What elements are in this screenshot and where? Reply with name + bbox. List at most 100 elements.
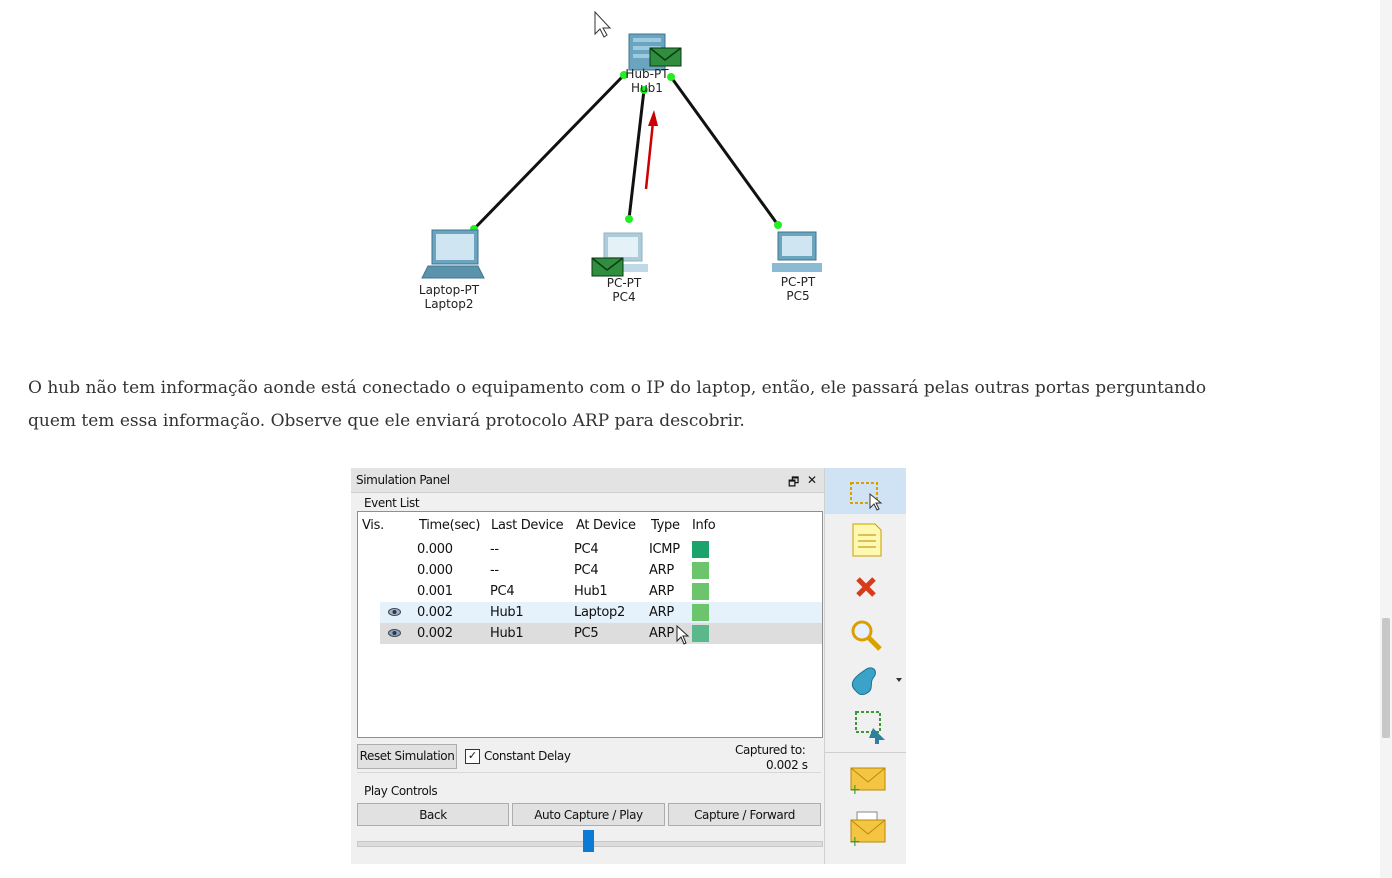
cable-hub-pc4	[627, 89, 646, 220]
row-type: ARP	[649, 626, 674, 641]
pc4-name-label: PC4	[612, 290, 636, 304]
col-at-device[interactable]: At Device	[576, 518, 636, 533]
reset-simulation-button[interactable]: Reset Simulation	[357, 744, 457, 769]
panel-title-bar: Simulation Panel 🗗 ✕	[351, 468, 824, 493]
add-complex-pdu-icon: +	[849, 811, 886, 850]
row-at-device: Hub1	[574, 584, 608, 599]
row-type: ICMP	[649, 542, 680, 557]
table-row[interactable]: 0.000 -- PC4 ARP	[380, 560, 822, 581]
article-paragraph: O hub não tem informação aonde está cone…	[28, 378, 1207, 431]
eye-icon[interactable]	[388, 628, 401, 638]
draw-shape-tool[interactable]	[825, 658, 906, 704]
panel-title: Simulation Panel	[356, 473, 450, 487]
row-time: 0.002	[417, 626, 453, 641]
row-last-device: PC4	[490, 584, 515, 599]
speed-slider-thumb[interactable]	[583, 830, 594, 852]
col-info[interactable]: Info	[692, 518, 716, 533]
pc5-type-label: PC-PT	[780, 275, 816, 289]
row-at-device: PC5	[574, 626, 599, 641]
info-color-swatch[interactable]	[692, 562, 709, 579]
pc4-type-label: PC-PT	[606, 276, 642, 290]
row-type: ARP	[649, 584, 674, 599]
captured-to-value: 0.002 s	[766, 758, 808, 772]
resize-tool[interactable]	[825, 704, 906, 750]
toolbar-divider	[825, 752, 906, 753]
pc5-name-label: PC5	[786, 289, 810, 303]
close-icon[interactable]: ✕	[807, 473, 817, 487]
col-time[interactable]: Time(sec)	[419, 518, 480, 533]
info-color-swatch[interactable]	[692, 625, 709, 642]
resize-icon	[855, 711, 885, 744]
back-button[interactable]: Back	[357, 803, 509, 826]
select-tool[interactable]	[825, 468, 906, 514]
envelope-icon	[591, 257, 624, 277]
hub-name-label: Hub1	[631, 81, 663, 95]
row-last-device: --	[490, 542, 499, 557]
row-at-device: PC4	[574, 542, 599, 557]
laptop-icon	[421, 229, 485, 279]
mouse-cursor-icon	[676, 625, 690, 645]
row-last-device: Hub1	[490, 605, 524, 620]
pc5-label: PC-PT PC5	[743, 275, 853, 303]
laptop2-label: Laptop-PT Laptop2	[394, 283, 504, 311]
direction-arrow-head	[648, 110, 658, 126]
add-simple-pdu-tool[interactable]: +	[825, 758, 906, 804]
row-time: 0.000	[417, 563, 453, 578]
link-light	[625, 215, 633, 223]
delete-tool[interactable]	[825, 564, 906, 610]
table-row[interactable]: 0.002 Hub1 PC5 ARP	[380, 623, 822, 645]
laptop2-name-label: Laptop2	[424, 297, 474, 311]
add-complex-pdu-tool[interactable]: +	[825, 806, 906, 852]
info-color-swatch[interactable]	[692, 604, 709, 621]
table-row[interactable]: 0.000 -- PC4 ICMP	[380, 539, 822, 560]
row-time: 0.000	[417, 542, 453, 557]
common-tools-bar: + +	[824, 468, 906, 864]
select-icon	[850, 482, 883, 511]
cable-hub-laptop2	[472, 73, 626, 231]
cable-hub-pc5	[669, 76, 780, 226]
hub-type-label: Hub-PT	[625, 67, 669, 81]
info-color-swatch[interactable]	[692, 583, 709, 600]
table-row[interactable]: 0.002 Hub1 Laptop2 ARP	[380, 602, 822, 623]
row-at-device: Laptop2	[574, 605, 625, 620]
auto-capture-play-button[interactable]: Auto Capture / Play	[512, 803, 665, 826]
laptop2-type-label: Laptop-PT	[418, 283, 480, 297]
add-simple-pdu-icon: +	[849, 767, 886, 798]
hub-label: Hub-PT Hub1	[592, 67, 702, 95]
network-topology-image: Hub-PT Hub1 Laptop-PT Laptop2 PC-PT PC4 …	[352, 0, 905, 340]
row-time: 0.001	[417, 584, 453, 599]
play-controls-label: Play Controls	[364, 784, 438, 798]
svg-text:+: +	[849, 782, 861, 798]
pc4-label: PC-PT PC4	[569, 276, 679, 304]
divider	[357, 772, 821, 773]
captured-to-label: Captured to:	[735, 743, 806, 757]
eye-icon[interactable]	[388, 607, 401, 617]
row-at-device: PC4	[574, 563, 599, 578]
scrollbar-thumb[interactable]	[1382, 618, 1390, 738]
draw-shape-icon	[851, 667, 902, 695]
info-color-swatch[interactable]	[692, 541, 709, 558]
inspect-icon	[851, 620, 882, 651]
col-type[interactable]: Type	[651, 518, 680, 533]
col-last-device[interactable]: Last Device	[491, 518, 564, 533]
constant-delay-label: Constant Delay	[484, 749, 571, 763]
svg-text:+: +	[849, 834, 861, 850]
capture-forward-button[interactable]: Capture / Forward	[668, 803, 821, 826]
constant-delay-checkbox[interactable]: ✓	[465, 749, 480, 764]
restore-icon[interactable]: 🗗	[788, 473, 799, 494]
simulation-panel: Simulation Panel 🗗 ✕ Event List Vis. Tim…	[351, 468, 905, 864]
row-last-device: --	[490, 563, 499, 578]
mouse-cursor-icon	[594, 10, 612, 38]
inspect-tool[interactable]	[825, 610, 906, 656]
table-row[interactable]: 0.001 PC4 Hub1 ARP	[380, 581, 822, 602]
direction-arrow	[644, 121, 655, 190]
page-scrollbar[interactable]	[1380, 0, 1392, 878]
row-type: ARP	[649, 563, 674, 578]
link-light	[774, 221, 782, 229]
delete-icon	[856, 577, 876, 597]
row-last-device: Hub1	[490, 626, 524, 641]
note-tool[interactable]	[825, 518, 906, 564]
row-time: 0.002	[417, 605, 453, 620]
col-vis[interactable]: Vis.	[362, 518, 384, 533]
event-list-table[interactable]: Vis. Time(sec) Last Device At Device Typ…	[357, 511, 823, 738]
